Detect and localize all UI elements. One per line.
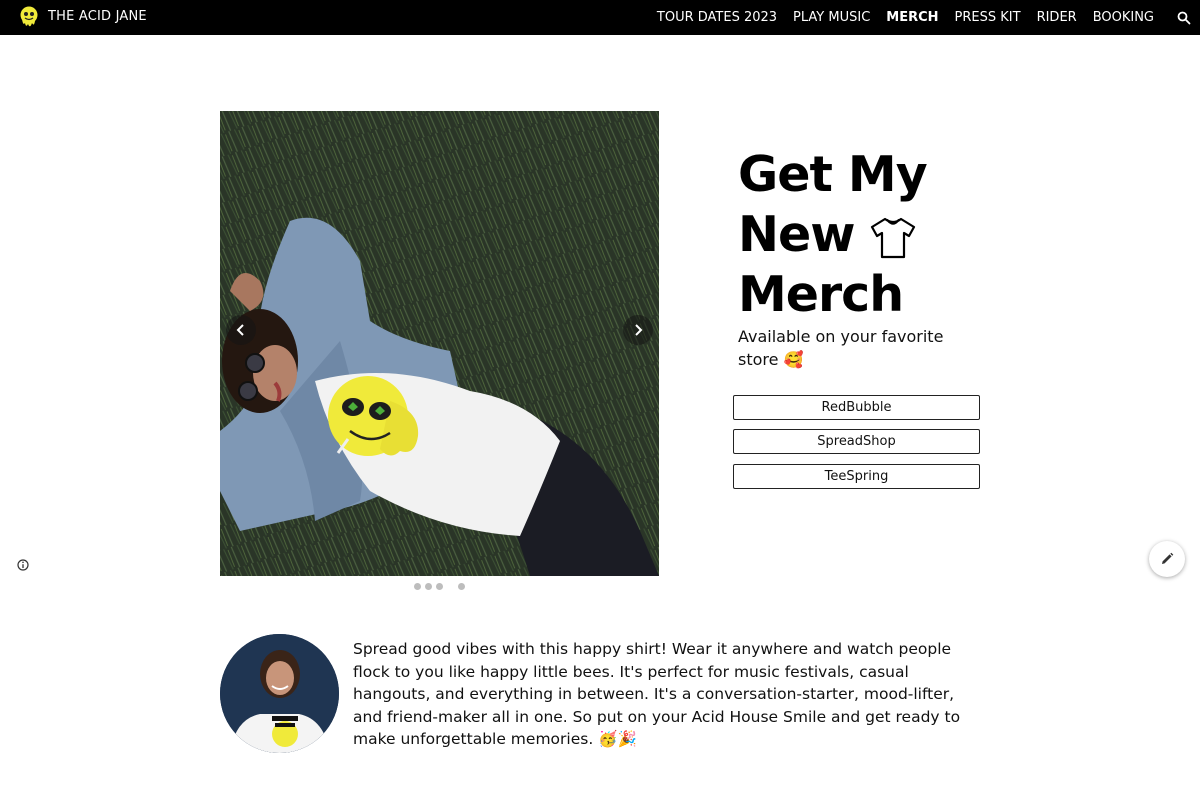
info-icon[interactable]: [17, 559, 29, 571]
nav-play-music[interactable]: PLAY MUSIC: [793, 10, 870, 25]
chevron-right-icon: [635, 324, 643, 336]
headline-line-2-text: New: [738, 206, 856, 263]
site-title[interactable]: THE ACID JANE: [48, 9, 147, 24]
acid-smiley-logo[interactable]: [19, 6, 39, 30]
carousel-dot[interactable]: [436, 583, 443, 590]
carousel-prev-button[interactable]: [226, 315, 256, 345]
spreadshop-button[interactable]: SpreadShop: [733, 429, 980, 454]
teespring-button[interactable]: TeeSpring: [733, 464, 980, 489]
nav-booking[interactable]: BOOKING: [1093, 10, 1154, 25]
redbubble-button[interactable]: RedBubble: [733, 395, 980, 420]
merch-photo-carousel[interactable]: [220, 111, 659, 576]
chevron-left-icon: [236, 324, 244, 336]
headline-line-1: Get My: [738, 146, 928, 203]
headline-line-3: Merch: [738, 266, 904, 323]
carousel-dot[interactable]: [425, 583, 432, 590]
edit-button[interactable]: [1149, 541, 1185, 577]
merch-subtitle: Available on your favorite store 🥰: [738, 327, 944, 369]
t-shirt-icon: [870, 217, 915, 258]
avatar-image: [220, 634, 339, 753]
carousel-dot-active[interactable]: [458, 583, 465, 590]
product-description: Spread good vibes with this happy shirt!…: [353, 640, 961, 748]
main-nav: TOUR DATES 2023 PLAY MUSIC MERCH PRESS K…: [657, 0, 1154, 35]
nav-tour-dates[interactable]: TOUR DATES 2023: [657, 10, 777, 25]
model-wearing-shirt-photo: [220, 111, 659, 576]
merch-headline: Get My New Merch: [738, 145, 978, 325]
nav-press-kit[interactable]: PRESS KIT: [955, 10, 1021, 25]
carousel-next-button[interactable]: [623, 315, 653, 345]
carousel-dot[interactable]: [414, 583, 421, 590]
carousel-pagination: [414, 583, 465, 590]
model-avatar-photo: [220, 634, 339, 753]
pencil-icon: [1162, 552, 1174, 564]
top-navigation-bar: THE ACID JANE TOUR DATES 2023 PLAY MUSIC…: [0, 0, 1200, 35]
headline-line-2: New: [738, 205, 978, 265]
nav-rider[interactable]: RIDER: [1037, 10, 1077, 25]
nav-merch[interactable]: MERCH: [886, 10, 938, 25]
search-icon[interactable]: [1176, 10, 1192, 26]
